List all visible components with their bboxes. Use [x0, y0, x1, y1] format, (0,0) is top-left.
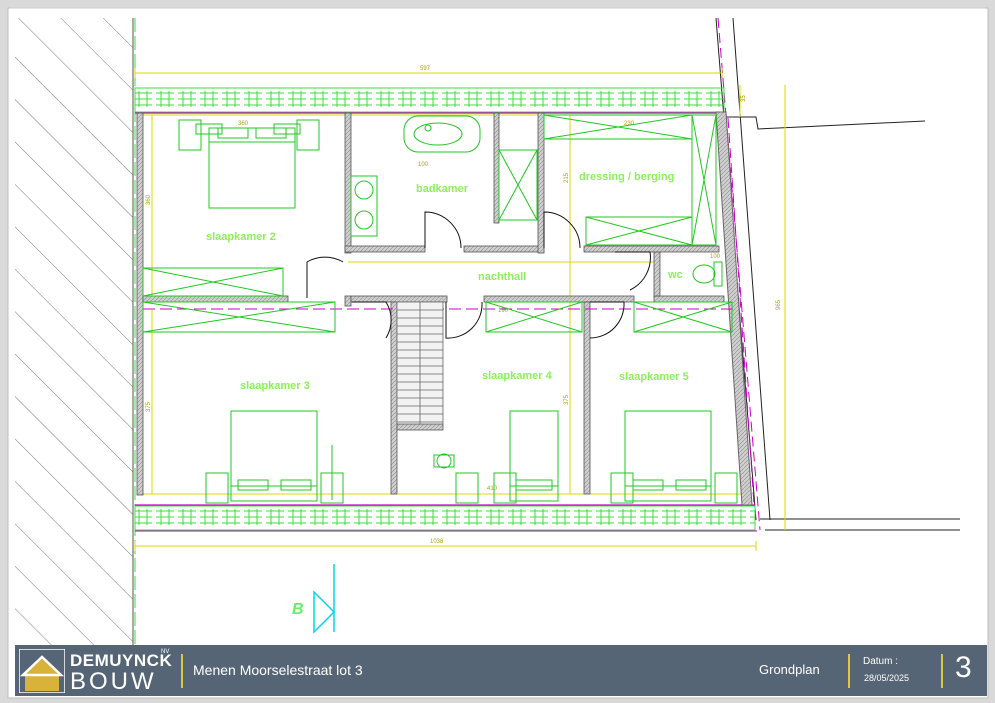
room-label-badkamer: badkamer	[416, 183, 469, 195]
section-marker-label: B	[292, 601, 304, 618]
house-logo-icon	[19, 649, 65, 693]
svg-text:965: 965	[776, 299, 782, 310]
svg-text:597: 597	[420, 66, 431, 72]
company-logo: DEMUYNCK NV BOUW	[15, 645, 183, 696]
svg-text:410: 410	[487, 486, 498, 492]
title-block: DEMUYNCK NV BOUW Menen Moorselestraat lo…	[15, 645, 987, 696]
svg-text:375: 375	[564, 394, 570, 405]
room-label-slaapkamer-2: slaapkamer 2	[206, 231, 276, 243]
logo-suffix: NV	[161, 649, 170, 655]
room-label-dressing: dressing / berging	[579, 171, 674, 183]
svg-text:1038: 1038	[430, 539, 444, 545]
date-label: Datum :	[863, 656, 899, 667]
neighbour-hatch	[15, 18, 134, 645]
svg-text:360: 360	[238, 121, 249, 127]
room-label-slaapkamer-5: slaapkamer 5	[619, 371, 689, 383]
svg-text:375: 375	[146, 401, 152, 412]
separator	[848, 654, 850, 688]
staircase	[396, 301, 444, 425]
svg-text:100: 100	[710, 254, 721, 260]
room-label-wc: wc	[667, 269, 683, 281]
svg-text:215: 215	[564, 172, 570, 183]
floor-plan: 597 1038 965 360 375 375 215 360 100 230…	[7, 7, 989, 699]
room-label-slaapkamer-3: slaapkamer 3	[240, 380, 310, 392]
date-value: 28/05/2025	[864, 673, 910, 683]
page-number: 3	[955, 651, 972, 684]
room-label-slaapkamer-4: slaapkamer 4	[482, 370, 553, 382]
separator	[181, 654, 183, 688]
document-type: Grondplan	[759, 662, 820, 677]
project-title: Menen Moorselestraat lot 3	[193, 662, 363, 678]
room-label-nachthall: nachthall	[478, 271, 526, 283]
svg-text:100: 100	[418, 162, 429, 168]
logo-word-bottom: BOUW	[70, 668, 157, 695]
separator	[941, 654, 943, 688]
drawing-sheet: 597 1038 965 360 375 375 215 360 100 230…	[0, 0, 995, 703]
svg-text:360: 360	[146, 194, 152, 205]
svg-text:35: 35	[741, 95, 747, 102]
